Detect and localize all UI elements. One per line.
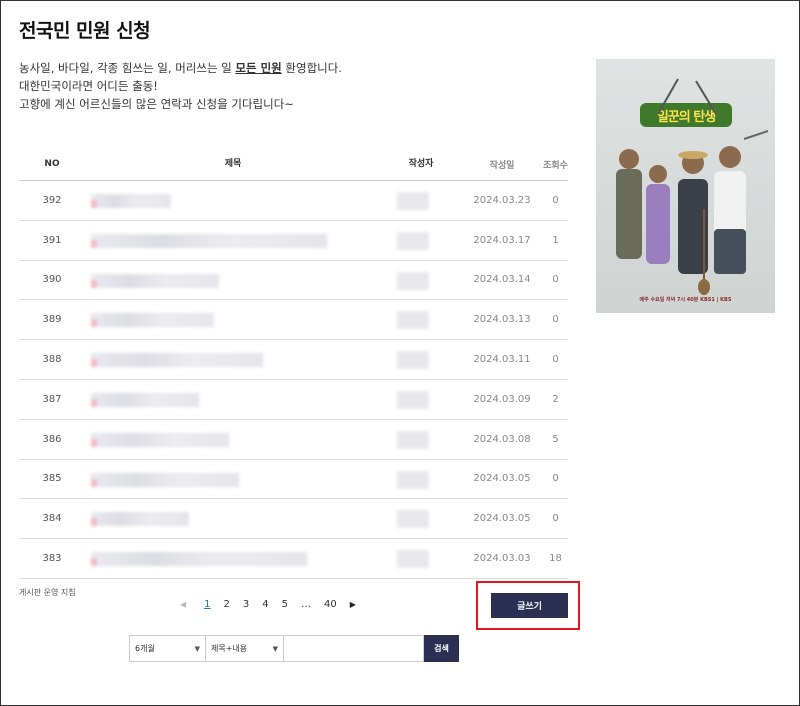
intro-highlight: 모든 민원 <box>235 61 282 75</box>
row-date: 2024.03.05 <box>473 513 531 525</box>
intro-line3: 고향에 계신 어르신들의 많은 연락과 신청을 기다립니다~ <box>19 97 294 111</box>
intro-line2: 대한민국이라면 어디든 출동! <box>19 79 158 93</box>
table-row[interactable]: 383 2024.03.03 18 <box>19 539 568 579</box>
intro-text: 농사일, 바다일, 각종 힘쓰는 일, 머리쓰는 일 모든 민원 환영합니다. … <box>19 59 342 113</box>
header-title: 제목 <box>224 159 242 169</box>
pagination-ellipsis: … <box>301 599 312 610</box>
row-views: 1 <box>552 234 559 246</box>
row-views: 5 <box>552 433 559 445</box>
row-date: 2024.03.05 <box>473 473 531 485</box>
table-row[interactable]: 386 2024.03.08 5 <box>19 420 568 460</box>
header-views: 조회수 <box>543 160 568 171</box>
row-views: 0 <box>552 513 559 525</box>
row-no: 386 <box>42 433 62 445</box>
row-date: 2024.03.13 <box>473 314 531 326</box>
poster-tagline: 매주 수요일 저녁 7시 40분 KBS1 | KBS <box>639 297 732 303</box>
row-no: 388 <box>42 354 62 366</box>
row-no: 391 <box>42 234 62 246</box>
search-bar: 6개월 ▼ 제목+내용 ▼ 검색 <box>129 635 459 662</box>
row-author-redacted <box>381 460 461 499</box>
row-views: 0 <box>552 274 559 286</box>
page-link[interactable]: 2 <box>224 599 230 610</box>
row-views: 2 <box>552 393 559 405</box>
row-no: 389 <box>42 314 62 326</box>
table-row[interactable]: 388 2024.03.11 0 <box>19 340 568 380</box>
header-date: 작성일 <box>489 160 515 171</box>
promo-poster[interactable]: 일꾼의 탄생 매주 수요일 저녁 7시 40분 KBS1 | KBS <box>596 59 775 313</box>
header-no: NO <box>44 159 60 169</box>
page-link-current[interactable]: 1 <box>204 599 210 610</box>
row-author-redacted <box>381 340 461 379</box>
row-author-redacted <box>381 380 461 419</box>
row-title-redacted[interactable] <box>85 420 381 459</box>
period-select[interactable]: 6개월 ▼ <box>129 635 206 662</box>
table-row[interactable]: 387 2024.03.09 2 <box>19 380 568 420</box>
row-author-redacted <box>381 261 461 300</box>
row-title-redacted[interactable] <box>85 340 381 379</box>
chevron-down-icon: ▼ <box>194 644 200 653</box>
search-input[interactable] <box>284 635 424 662</box>
row-title-redacted[interactable] <box>85 380 381 419</box>
chevron-down-icon: ▼ <box>272 644 278 653</box>
period-select-value: 6개월 <box>135 644 155 653</box>
row-date: 2024.03.11 <box>473 354 531 366</box>
row-title-redacted[interactable] <box>85 221 381 260</box>
row-date: 2024.03.09 <box>473 393 531 405</box>
row-views: 0 <box>552 314 559 326</box>
table-row[interactable]: 389 2024.03.13 0 <box>19 300 568 341</box>
row-title-redacted[interactable] <box>85 181 381 220</box>
row-author-redacted <box>381 300 461 339</box>
row-date: 2024.03.23 <box>473 194 531 206</box>
row-no: 387 <box>42 393 62 405</box>
row-title-redacted[interactable] <box>85 539 381 578</box>
row-author-redacted <box>381 221 461 260</box>
field-select-value: 제목+내용 <box>211 644 248 653</box>
write-button-highlight: 글쓰기 <box>476 581 580 630</box>
table-row[interactable]: 392 2024.03.23 0 <box>19 181 568 221</box>
policy-link[interactable]: 게시판 운영 지침 <box>19 587 76 598</box>
row-no: 384 <box>42 513 62 525</box>
pagination: ◀ 1 2 3 4 5 … 40 ▶ <box>180 599 369 610</box>
table-row[interactable]: 385 2024.03.05 0 <box>19 460 568 500</box>
row-author-redacted <box>381 420 461 459</box>
table-row[interactable]: 391 2024.03.17 1 <box>19 221 568 261</box>
row-views: 18 <box>549 553 562 565</box>
row-views: 0 <box>552 473 559 485</box>
row-title-redacted[interactable] <box>85 460 381 499</box>
row-views: 0 <box>552 354 559 366</box>
table-header: NO 제목 작성자 작성일 조회수 <box>19 148 568 181</box>
row-date: 2024.03.08 <box>473 433 531 445</box>
chevron-right-icon[interactable]: ▶ <box>350 600 356 609</box>
page-link[interactable]: 4 <box>262 599 268 610</box>
row-no: 385 <box>42 473 62 485</box>
row-date: 2024.03.03 <box>473 553 531 565</box>
page-link[interactable]: 3 <box>243 599 249 610</box>
field-select[interactable]: 제목+내용 ▼ <box>206 635 284 662</box>
row-no: 390 <box>42 274 62 286</box>
search-button[interactable]: 검색 <box>424 635 459 662</box>
row-no: 392 <box>42 194 62 206</box>
row-author-redacted <box>381 499 461 538</box>
chevron-left-icon[interactable]: ◀ <box>180 600 186 609</box>
table-row[interactable]: 384 2024.03.05 0 <box>19 499 568 540</box>
write-button[interactable]: 글쓰기 <box>491 593 568 618</box>
row-author-redacted <box>381 539 461 578</box>
row-date: 2024.03.17 <box>473 234 531 246</box>
row-title-redacted[interactable] <box>85 300 381 339</box>
row-title-redacted[interactable] <box>85 499 381 538</box>
page-title: 전국민 민원 신청 <box>19 20 151 42</box>
page-link[interactable]: 5 <box>282 599 288 610</box>
poster-illustration <box>616 78 769 295</box>
row-title-redacted[interactable] <box>85 261 381 300</box>
page-link-last[interactable]: 40 <box>324 599 337 610</box>
row-date: 2024.03.14 <box>473 274 531 286</box>
row-views: 0 <box>552 194 559 206</box>
table-row[interactable]: 390 2024.03.14 0 <box>19 261 568 301</box>
row-no: 383 <box>42 553 62 565</box>
board-table: NO 제목 작성자 작성일 조회수 392 2024.03.23 0 391 2024.… <box>19 148 568 579</box>
intro-line1-post: 환영합니다. <box>281 61 342 75</box>
row-author-redacted <box>381 181 461 220</box>
header-author: 작성자 <box>408 159 434 169</box>
intro-line1-pre: 농사일, 바다일, 각종 힘쓰는 일, 머리쓰는 일 <box>19 61 236 75</box>
